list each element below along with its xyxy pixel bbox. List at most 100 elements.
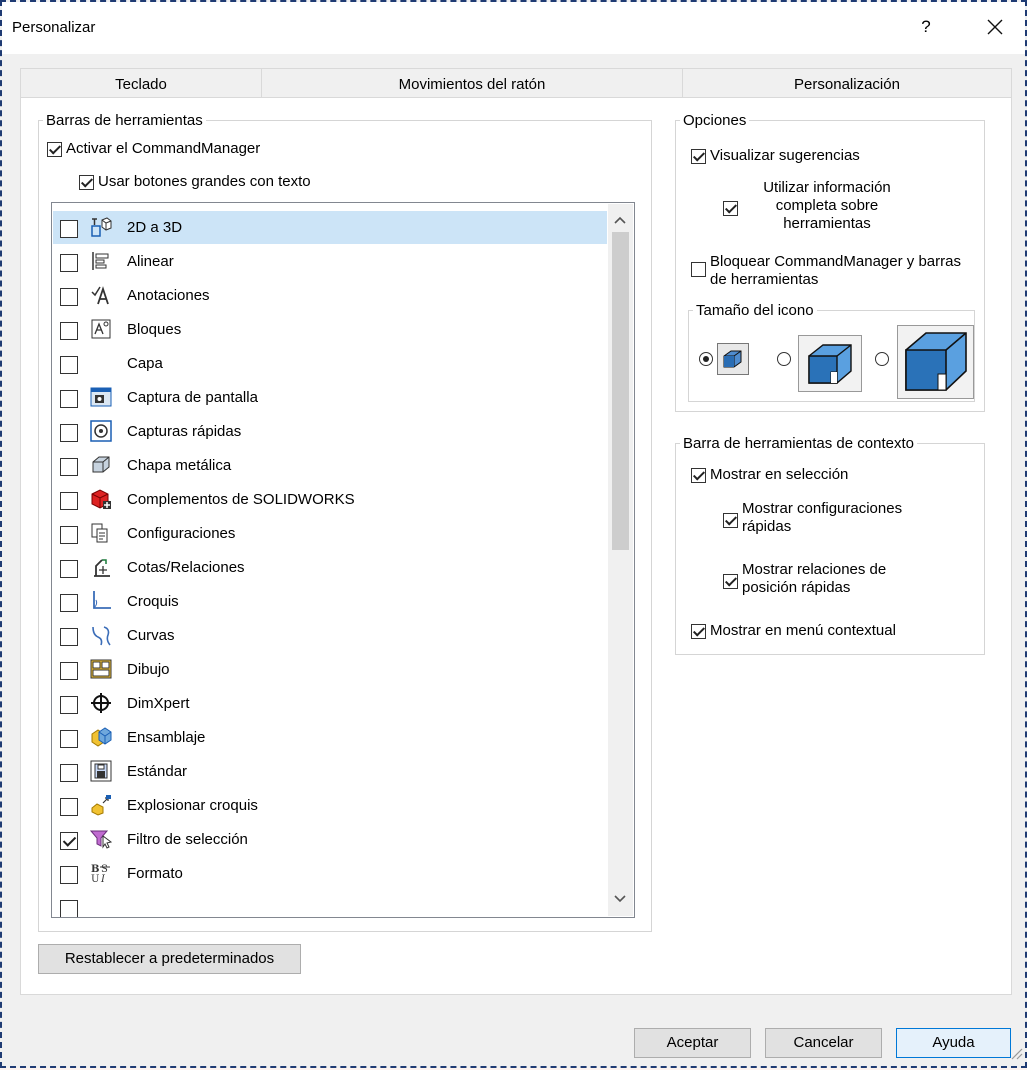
close-icon[interactable]	[980, 12, 1010, 42]
show-in-shortcut-menu-checkbox[interactable]: Mostrar en menú contextual	[691, 622, 896, 639]
cancel-button[interactable]: Cancelar	[765, 1028, 882, 1058]
checkbox-label: Usar botones grandes con texto	[98, 173, 311, 190]
lock-commandmanager-checkbox[interactable]: Bloquear CommandManager y barras de herr…	[691, 253, 976, 289]
list-item[interactable]: Complementos de SOLIDWORKS	[53, 483, 607, 516]
scrollbar-thumb[interactable]	[612, 232, 629, 550]
checkbox-box[interactable]	[723, 513, 738, 528]
checkbox-box[interactable]	[691, 468, 706, 483]
list-item[interactable]: Ensamblaje	[53, 721, 607, 754]
checkbox-box[interactable]	[691, 149, 706, 164]
toolbars-list[interactable]: 2D a 3D Alinear Anotaciones Bloques Capa…	[51, 202, 635, 918]
list-item[interactable]: Dibujo	[53, 653, 607, 686]
list-item[interactable]: DimXpert	[53, 687, 607, 720]
curves-icon	[90, 624, 112, 646]
list-item-label: Chapa metálica	[127, 457, 232, 474]
list-item[interactable]: Estándar	[53, 755, 607, 788]
reset-defaults-button[interactable]: Restablecer a predeterminados	[38, 944, 301, 974]
drawing-icon	[90, 658, 112, 680]
checkbox-box[interactable]	[691, 624, 706, 639]
list-item-label: Anotaciones	[127, 287, 210, 304]
list-item-checkbox[interactable]	[60, 628, 78, 646]
list-item[interactable]: Configuraciones	[53, 517, 607, 550]
resize-grip-icon[interactable]	[1009, 1046, 1023, 1064]
show-tooltips-checkbox[interactable]: Visualizar sugerencias	[691, 147, 860, 164]
list-item-checkbox[interactable]	[60, 764, 78, 782]
checkbox-label: Mostrar en selección	[710, 466, 849, 483]
list-item[interactable]: Croquis	[53, 585, 607, 618]
list-item-checkbox[interactable]	[60, 458, 78, 476]
ok-button[interactable]: Aceptar	[634, 1028, 751, 1058]
scroll-down-icon[interactable]	[613, 891, 627, 908]
format-icon: BSUI	[90, 862, 112, 885]
full-tooltip-info-checkbox[interactable]: Utilizar información completa sobre herr…	[723, 179, 923, 233]
list-item[interactable]: Capa	[53, 347, 607, 380]
list-item-checkbox[interactable]	[60, 322, 78, 340]
list-item[interactable]: 2D a 3D	[53, 211, 607, 244]
scroll-up-icon[interactable]	[613, 212, 627, 229]
list-item[interactable]: Curvas	[53, 619, 607, 652]
configurations-icon	[90, 522, 112, 544]
list-item-checkbox[interactable]	[60, 220, 78, 238]
checkbox-box[interactable]	[691, 262, 706, 277]
list-item[interactable]: Filtro de selección	[53, 823, 607, 856]
list-item-label: Complementos de SOLIDWORKS	[127, 491, 355, 508]
list-item-label: Croquis	[127, 593, 179, 610]
list-item-checkbox[interactable]	[60, 356, 78, 374]
list-item-checkbox[interactable]	[60, 832, 78, 850]
list-item-checkbox[interactable]	[60, 492, 78, 510]
help-question-button[interactable]: ?	[914, 14, 938, 40]
show-on-selection-checkbox[interactable]: Mostrar en selección	[691, 466, 848, 483]
quick-mates-checkbox[interactable]: Mostrar relaciones de posición rápidas	[723, 561, 963, 597]
checkbox-label: Mostrar configuraciones rápidas	[742, 500, 903, 535]
list-item[interactable]: Bloques	[53, 313, 607, 346]
list-item[interactable]: Anotaciones	[53, 279, 607, 312]
tab-keyboard[interactable]: Teclado	[20, 68, 262, 98]
list-item-checkbox[interactable]	[60, 254, 78, 272]
blocks-icon	[90, 318, 112, 340]
list-item[interactable]: Chapa metálica	[53, 449, 607, 482]
dimensions-icon	[90, 556, 112, 578]
checkbox-box[interactable]	[723, 201, 738, 216]
list-item[interactable]: Capturas rápidas	[53, 415, 607, 448]
list-item[interactable]: Captura de pantalla	[53, 381, 607, 414]
list-item[interactable]: Alinear	[53, 245, 607, 278]
addins-icon	[90, 488, 112, 510]
list-item-checkbox[interactable]	[60, 730, 78, 748]
icon-size-small-radio[interactable]	[699, 352, 713, 366]
list-item[interactable]: Explosionar croquis	[53, 789, 607, 822]
tab-mouse-gestures[interactable]: Movimientos del ratón	[261, 68, 683, 98]
dialog-title: Personalizar	[12, 19, 96, 36]
list-item-label: Capa	[127, 355, 163, 372]
list-item-checkbox[interactable]	[60, 390, 78, 408]
list-item-label: Alinear	[127, 253, 174, 270]
list-item-label: Filtro de selección	[127, 831, 248, 848]
checkbox-box[interactable]	[79, 175, 94, 190]
align-icon	[90, 250, 112, 272]
list-item-checkbox[interactable]	[60, 424, 78, 442]
small-part-icon	[717, 343, 749, 375]
list-item-checkbox[interactable]	[60, 696, 78, 714]
list-item-checkbox[interactable]	[60, 900, 78, 917]
list-scrollbar[interactable]	[608, 204, 633, 916]
standard-icon	[90, 760, 112, 782]
list-item-checkbox[interactable]	[60, 288, 78, 306]
list-item[interactable]: BSUI Formato	[53, 857, 607, 890]
help-button[interactable]: Ayuda	[896, 1028, 1011, 1058]
quick-configurations-checkbox[interactable]: Mostrar configuraciones rápidas	[723, 500, 963, 536]
screen-capture-icon	[90, 386, 112, 408]
list-item-checkbox[interactable]	[60, 526, 78, 544]
tab-customization[interactable]: Personalización	[682, 68, 1012, 98]
list-item[interactable]: Cotas/Relaciones	[53, 551, 607, 584]
icon-size-large-radio[interactable]	[875, 352, 889, 366]
list-item-checkbox[interactable]	[60, 866, 78, 884]
list-item-checkbox[interactable]	[60, 798, 78, 816]
list-item-label: Estándar	[127, 763, 188, 780]
large-buttons-checkbox[interactable]: Usar botones grandes con texto	[79, 173, 311, 190]
list-item-checkbox[interactable]	[60, 594, 78, 612]
checkbox-box[interactable]	[723, 574, 738, 589]
activate-commandmanager-checkbox[interactable]: Activar el CommandManager	[47, 140, 260, 157]
checkbox-box[interactable]	[47, 142, 62, 157]
list-item-checkbox[interactable]	[60, 662, 78, 680]
list-item-checkbox[interactable]	[60, 560, 78, 578]
icon-size-medium-radio[interactable]	[777, 352, 791, 366]
